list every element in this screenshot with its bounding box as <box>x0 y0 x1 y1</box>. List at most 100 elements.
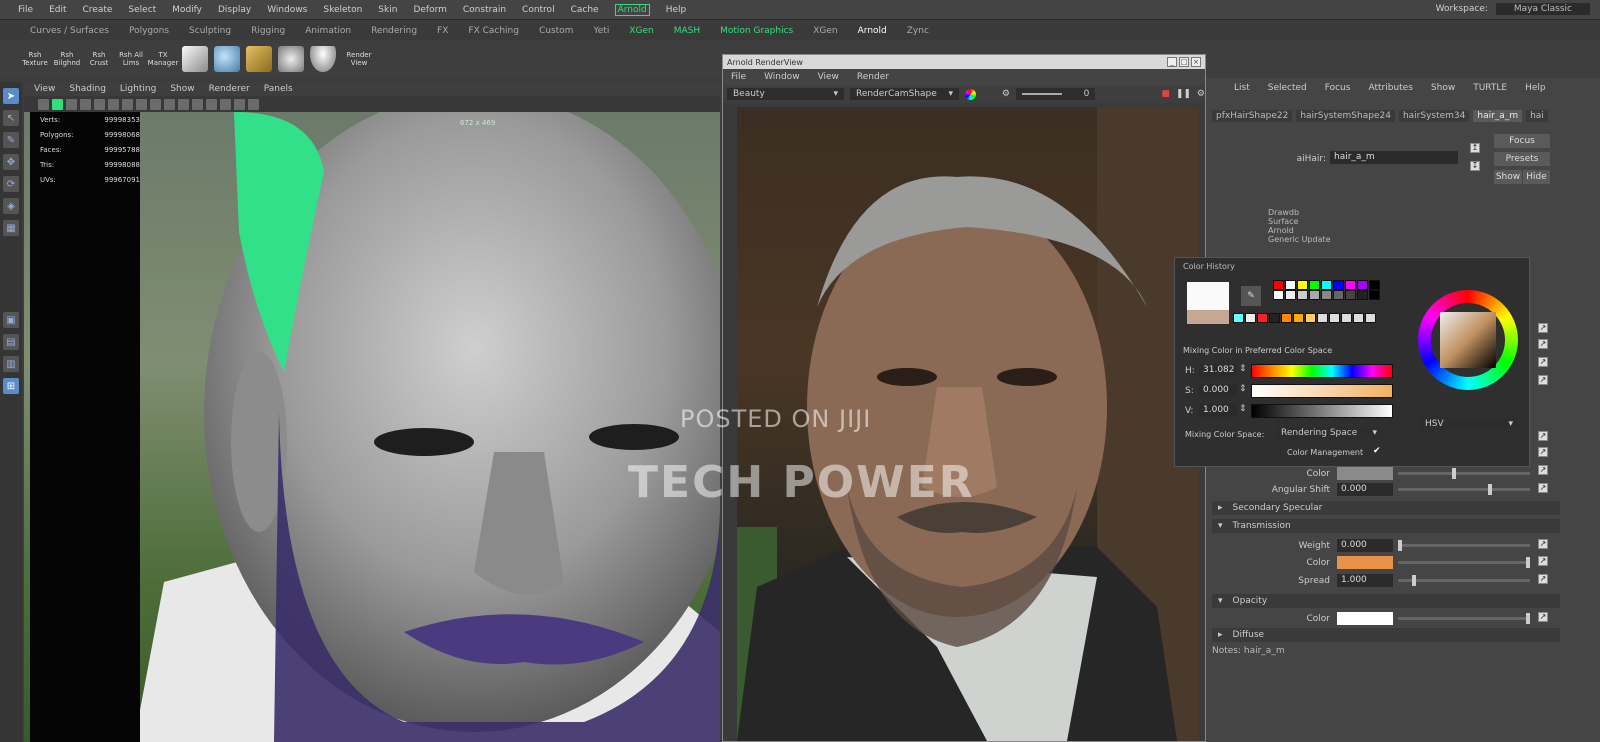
wireframe-icon[interactable] <box>136 98 147 110</box>
history-swatch[interactable] <box>1233 313 1244 323</box>
saturation-field[interactable]: 0.000 <box>1199 384 1237 397</box>
history-swatch[interactable] <box>1285 280 1296 290</box>
menu-file[interactable]: File <box>18 5 33 15</box>
color-wheel[interactable] <box>1418 290 1518 390</box>
menu-create[interactable]: Create <box>83 5 113 15</box>
hue-field[interactable]: 31.082 <box>1199 364 1237 377</box>
map-button-icon[interactable]: ↗ <box>1538 612 1548 622</box>
aov-dropdown[interactable]: Beauty ▾ <box>727 88 844 100</box>
map-button-icon[interactable]: ↗ <box>1538 323 1548 333</box>
shelf-tab[interactable]: Animation <box>305 26 351 36</box>
layout-single-icon[interactable]: ▣ <box>3 312 19 328</box>
smooth-shade-icon[interactable] <box>150 98 161 110</box>
viewport-menu-show[interactable]: Show <box>170 84 194 94</box>
history-swatch[interactable] <box>1309 280 1320 290</box>
transmission-spread-field[interactable]: 1.000 <box>1337 574 1393 587</box>
transmission-color-slider[interactable] <box>1398 557 1530 568</box>
viewport-menu-panels[interactable]: Panels <box>264 84 293 94</box>
shelf-tab-arnold[interactable]: Arnold <box>858 26 887 36</box>
color-management-checkbox[interactable]: ✔ <box>1373 446 1383 456</box>
rotate-tool-icon[interactable]: ⟳ <box>3 176 19 192</box>
map-button-icon[interactable]: ↗ <box>1538 447 1548 457</box>
rsh-all-lims-button[interactable]: Rsh All Lims <box>118 44 144 74</box>
history-swatch[interactable] <box>1257 313 1268 323</box>
shelf-tab[interactable]: MASH <box>674 26 700 36</box>
opacity-color-slider[interactable] <box>1398 613 1530 624</box>
ae-menu-list[interactable]: List <box>1234 83 1250 93</box>
menu-display[interactable]: Display <box>218 5 251 15</box>
viewport-menu-shading[interactable]: Shading <box>69 84 106 94</box>
value-slider[interactable] <box>1251 404 1393 418</box>
shelf-tab[interactable]: Zync <box>907 26 929 36</box>
go-to-input-icon[interactable]: ↥ <box>1470 143 1480 153</box>
section-diffuse[interactable]: ▸ Diffuse <box>1212 628 1560 642</box>
menu-skin[interactable]: Skin <box>378 5 397 15</box>
history-swatch[interactable] <box>1333 280 1344 290</box>
menu-skeleton[interactable]: Skeleton <box>323 5 362 15</box>
shelf-tab[interactable]: FX Caching <box>468 26 519 36</box>
minimize-icon[interactable]: _ <box>1167 57 1177 67</box>
ae-menu-help[interactable]: Help <box>1525 83 1546 93</box>
shadows-icon[interactable] <box>192 98 203 110</box>
ae-tab[interactable]: hai <box>1526 110 1548 122</box>
history-swatch[interactable] <box>1285 290 1296 300</box>
bookmark-icon[interactable] <box>66 98 77 110</box>
map-button-icon[interactable]: ↗ <box>1538 574 1548 584</box>
shelf-tab[interactable]: Rendering <box>371 26 417 36</box>
history-swatch[interactable] <box>1317 313 1328 323</box>
menu-cache[interactable]: Cache <box>571 5 599 15</box>
shelf-tab[interactable]: FX <box>437 26 448 36</box>
presets-button[interactable]: Presets <box>1494 152 1550 166</box>
history-swatch[interactable] <box>1321 290 1332 300</box>
menu-edit[interactable]: Edit <box>49 5 66 15</box>
ae-tab[interactable]: hairSystemShape24 <box>1296 110 1395 122</box>
ae-menu-focus[interactable]: Focus <box>1325 83 1351 93</box>
window-titlebar[interactable]: Arnold RenderView _ □ × <box>723 55 1205 69</box>
ae-menu-show[interactable]: Show <box>1431 83 1455 93</box>
history-swatch[interactable] <box>1345 290 1356 300</box>
viewport-menu-view[interactable]: View <box>34 84 55 94</box>
viewport-menu-renderer[interactable]: Renderer <box>209 84 250 94</box>
map-button-icon[interactable]: ↗ <box>1538 556 1548 566</box>
history-swatch[interactable] <box>1297 280 1308 290</box>
value-spinner-icon[interactable]: ⇕ <box>1239 404 1247 414</box>
show-button[interactable]: Show <box>1494 170 1522 184</box>
section-secondary-specular[interactable]: ▸ Secondary Specular <box>1212 501 1560 515</box>
hud-icon[interactable] <box>248 98 259 110</box>
render-menu-view[interactable]: View <box>818 72 839 82</box>
isolate-icon[interactable] <box>234 98 245 110</box>
render-view-button[interactable]: Render View <box>342 44 376 74</box>
map-button-icon[interactable]: ↗ <box>1538 465 1548 475</box>
history-swatch[interactable] <box>1333 290 1344 300</box>
camera-attributes-icon[interactable] <box>52 98 63 110</box>
ae-menu-turtle[interactable]: TURTLE <box>1473 83 1507 93</box>
old-color-preview[interactable] <box>1187 310 1229 324</box>
render-menu-render[interactable]: Render <box>857 72 889 82</box>
mixing-space-dropdown[interactable]: Rendering Space ▾ <box>1275 427 1383 439</box>
hide-button[interactable]: Hide <box>1523 170 1550 184</box>
xray-icon[interactable] <box>220 98 231 110</box>
map-button-icon[interactable]: ↗ <box>1538 539 1548 549</box>
value-field[interactable]: 1.000 <box>1199 404 1237 417</box>
ambient-occlusion-icon[interactable] <box>206 98 217 110</box>
map-button-icon[interactable]: ↗ <box>1538 431 1548 441</box>
film-gate-icon[interactable] <box>108 98 119 110</box>
paint-tool-icon[interactable]: ✎ <box>3 132 19 148</box>
angular-shift-slider[interactable] <box>1398 484 1530 495</box>
transmission-spread-slider[interactable] <box>1398 575 1530 586</box>
slider-knob[interactable] <box>1398 540 1402 551</box>
map-button-icon[interactable]: ↗ <box>1538 339 1548 349</box>
eyedropper-icon[interactable]: ✎ <box>1241 286 1261 306</box>
history-swatch[interactable] <box>1281 313 1292 323</box>
menu-arnold[interactable]: Arnold <box>614 3 650 16</box>
focus-button[interactable]: Focus <box>1494 134 1550 148</box>
layout-split-icon[interactable]: ▥ <box>3 356 19 372</box>
history-swatch[interactable] <box>1309 290 1320 300</box>
section-opacity[interactable]: ▾ Opacity <box>1212 594 1560 608</box>
skydome-light-button[interactable] <box>214 44 240 74</box>
menu-constrain[interactable]: Constrain <box>463 5 506 15</box>
slider-knob[interactable] <box>1526 613 1530 624</box>
slider-knob[interactable] <box>1452 468 1456 479</box>
slider-knob[interactable] <box>1412 575 1416 586</box>
close-icon[interactable]: × <box>1191 57 1201 67</box>
